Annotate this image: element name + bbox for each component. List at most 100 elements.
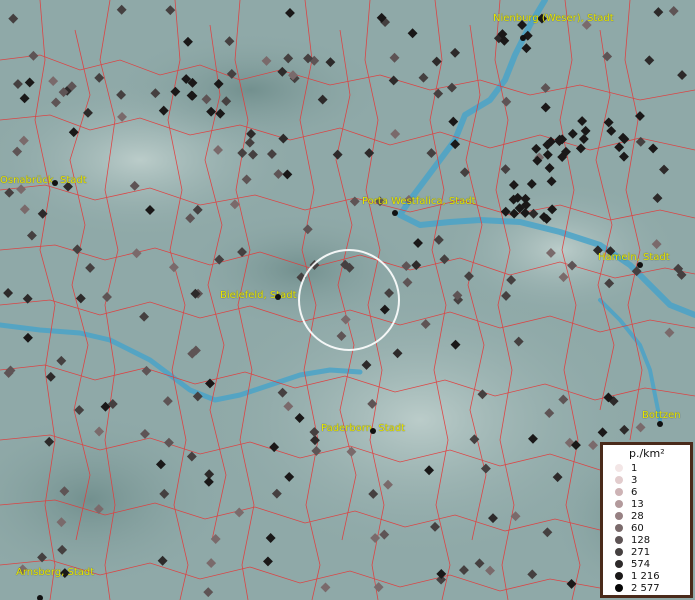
legend-item: 1: [615, 463, 637, 475]
density-marker: [459, 565, 469, 576]
legend-swatch: [615, 572, 623, 580]
density-marker: [19, 93, 30, 104]
legend-label: 3: [631, 475, 638, 486]
legend-label: 574: [631, 559, 651, 570]
density-marker: [677, 70, 688, 81]
density-marker: [234, 507, 245, 518]
city-marker: [392, 210, 398, 216]
legend-label: 1: [631, 463, 638, 474]
city-marker: [520, 35, 526, 41]
density-marker: [285, 7, 295, 18]
density-marker: [162, 396, 173, 407]
density-marker: [485, 565, 496, 576]
density-marker: [12, 79, 23, 89]
density-marker: [474, 558, 485, 569]
density-marker: [575, 143, 586, 154]
density-marker: [102, 292, 112, 302]
density-marker: [413, 238, 423, 248]
density-marker: [203, 587, 214, 598]
density-marker: [652, 193, 663, 204]
density-marker: [139, 311, 150, 322]
density-marker: [45, 371, 56, 382]
density-marker: [577, 116, 588, 127]
density-marker: [664, 327, 675, 338]
city-marker: [637, 262, 643, 268]
legend-swatch: [615, 488, 623, 496]
density-marker: [56, 355, 67, 366]
density-marker: [168, 262, 179, 273]
density-marker: [527, 569, 538, 580]
density-marker: [48, 76, 59, 87]
legend-swatch: [615, 464, 623, 472]
legend-label: 6: [631, 487, 638, 498]
density-marker: [206, 558, 217, 569]
map-canvas[interactable]: [0, 0, 695, 600]
map[interactable]: Nienburg (Weser), Stadt Osnabrück, Stadt…: [0, 0, 695, 600]
density-marker: [332, 149, 343, 160]
density-marker: [659, 164, 669, 175]
density-marker: [23, 332, 33, 343]
legend-swatch: [615, 536, 623, 544]
legend-item: 271: [615, 547, 650, 559]
density-marker: [131, 248, 142, 259]
legend-swatch: [615, 500, 623, 508]
density-marker: [24, 77, 35, 88]
density-marker: [265, 533, 276, 543]
density-marker: [141, 365, 152, 376]
city-label: Bottzen: [642, 410, 681, 421]
city-label: Nienburg (Weser), Stadt: [493, 13, 614, 24]
legend-item: 28: [615, 511, 644, 523]
density-marker: [542, 149, 553, 160]
city-marker: [37, 595, 43, 600]
density-legend: p./km² 1 3 6 13 28 60 128 271 574 1 216 …: [600, 442, 693, 598]
legend-item: 128: [615, 535, 650, 547]
legend-swatch: [615, 512, 623, 520]
legend-label: 28: [631, 511, 644, 522]
density-marker: [648, 143, 659, 154]
legend-swatch: [615, 560, 623, 568]
legend-label: 60: [631, 523, 644, 534]
legend-title: p./km²: [629, 447, 665, 460]
density-marker: [75, 293, 86, 304]
city-label: Hameln, Stadt: [598, 252, 670, 263]
density-marker: [531, 143, 542, 154]
city-marker: [657, 421, 663, 427]
legend-label: 2 577: [631, 583, 660, 594]
density-marker: [653, 7, 664, 18]
legend-swatch: [615, 584, 623, 592]
density-marker: [500, 164, 511, 175]
density-marker: [165, 5, 176, 16]
density-marker: [619, 151, 629, 162]
density-marker: [501, 96, 512, 107]
density-marker: [320, 582, 331, 593]
city-label: Arnsberg, Stadt: [16, 567, 95, 578]
density-marker: [94, 72, 105, 83]
density-marker: [263, 556, 273, 567]
density-marker: [567, 128, 578, 139]
density-marker: [450, 47, 461, 58]
density-marker: [3, 288, 14, 298]
density-marker: [446, 82, 457, 93]
density-marker: [540, 102, 551, 113]
legend-item: 2 577: [615, 583, 660, 595]
density-marker: [448, 116, 459, 127]
legend-item: 1 216: [615, 571, 660, 583]
legend-label: 13: [631, 499, 644, 510]
city-marker: [52, 180, 58, 186]
legend-item: 3: [615, 475, 637, 487]
city-label: Porta Westfalica, Stadt: [362, 196, 476, 207]
city-marker: [370, 428, 376, 434]
density-marker: [436, 568, 447, 579]
density-marker: [668, 6, 679, 16]
legend-item: 574: [615, 559, 650, 571]
density-marker: [116, 4, 127, 15]
density-marker: [578, 134, 589, 144]
density-marker: [390, 129, 401, 139]
legend-swatch: [615, 524, 623, 532]
density-marker: [644, 55, 655, 66]
density-marker: [407, 28, 418, 39]
legend-swatch: [615, 548, 623, 556]
density-marker: [431, 56, 442, 67]
city-label: Bielefeld, Stadt: [220, 290, 297, 301]
density-marker: [580, 125, 591, 136]
